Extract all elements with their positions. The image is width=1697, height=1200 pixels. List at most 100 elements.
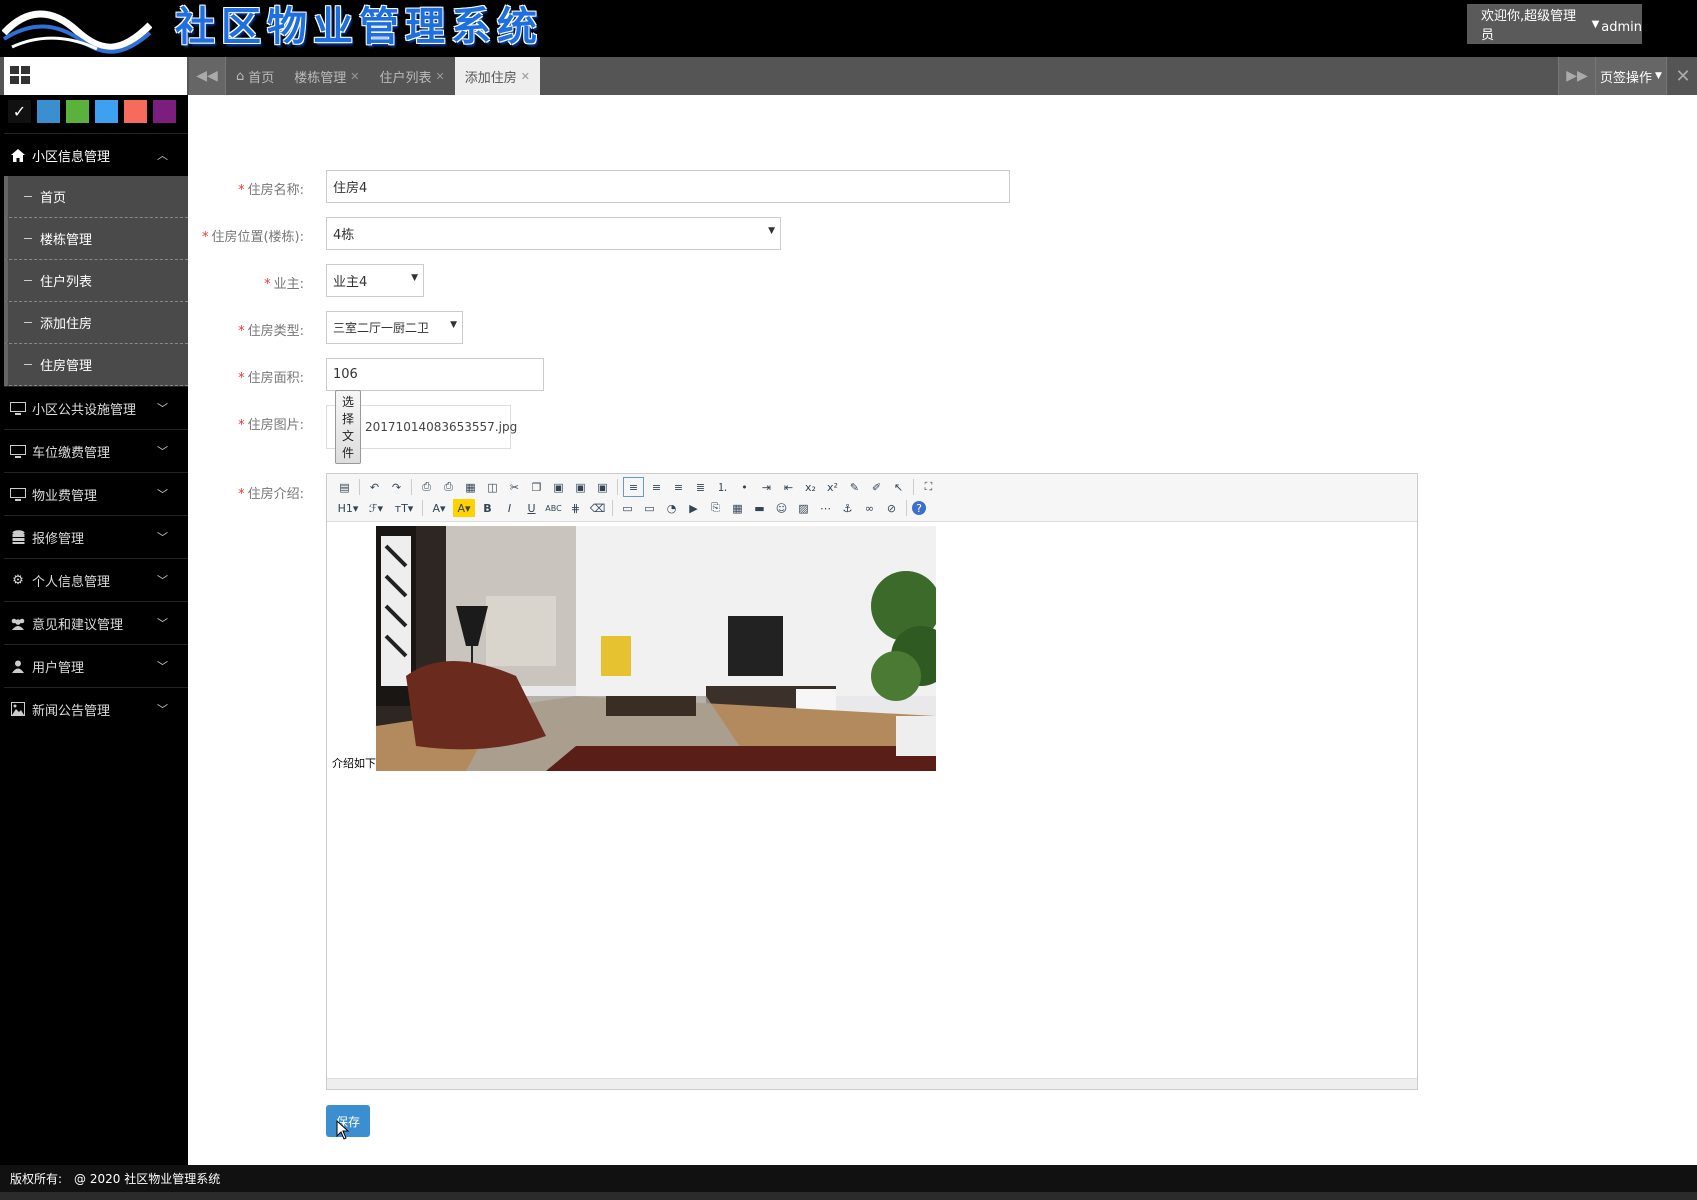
theme-swatch-green[interactable] xyxy=(66,100,89,123)
indent-icon[interactable]: ⇥ xyxy=(757,478,776,496)
bottom-strip xyxy=(0,1192,1697,1200)
fullscreen-icon[interactable]: ⛶ xyxy=(919,478,938,496)
paste-icon[interactable]: ▣ xyxy=(549,478,568,496)
font-size-icon[interactable]: тT▾ xyxy=(391,499,417,517)
subscript-icon[interactable]: x₂ xyxy=(801,478,820,496)
editor-toolbar: ▤ ↶ ↷ ⎙ ⎙ ▦ ◫ ✂ ❐ ▣ ▣ ▣ ≡ ≡ ≡ ≣ ⒈ • ⇥ ⇤ … xyxy=(327,474,1417,522)
tab-scroll-right-button[interactable]: ▶▶ xyxy=(1558,57,1595,95)
strikethrough-icon[interactable]: ABC xyxy=(544,499,563,517)
close-icon[interactable]: ✕ xyxy=(350,70,359,83)
sidebar-section-parking-fees[interactable]: 车位缴费管理 ﹀ xyxy=(4,429,188,472)
editor-content[interactable]: 介绍如下 xyxy=(327,521,1417,1079)
hr-icon[interactable]: ▬ xyxy=(750,499,769,517)
sidebar-item-add-house[interactable]: 添加住房 xyxy=(4,302,188,344)
theme-swatch-black[interactable]: ✓ xyxy=(8,100,31,123)
unlink-icon[interactable]: ⊘ xyxy=(882,499,901,517)
table-icon[interactable]: ▦ xyxy=(728,499,747,517)
theme-swatch-blue[interactable] xyxy=(37,100,60,123)
line-height-icon[interactable]: ⋕ xyxy=(566,499,585,517)
sidebar-section-news[interactable]: 新闻公告管理 ﹀ xyxy=(4,687,188,730)
sidebar-item-home[interactable]: 首页 xyxy=(4,176,188,218)
house-type-label: * 住房类型: xyxy=(238,324,304,339)
page-ops-label: 页签操作 xyxy=(1600,70,1653,86)
page-ops-dropdown[interactable]: 页签操作 ▼ xyxy=(1595,57,1667,95)
quick-format-icon[interactable]: ✐ xyxy=(867,478,886,496)
insert-image-icon[interactable]: ▨ xyxy=(794,499,813,517)
tab-building-management[interactable]: 楼栋管理 ✕ xyxy=(284,57,369,95)
tab-resident-list[interactable]: 住户列表 ✕ xyxy=(370,57,455,95)
theme-swatch-red[interactable] xyxy=(124,100,147,123)
preview-icon[interactable]: ⎙ xyxy=(417,478,436,496)
attachment-icon[interactable]: ⎘ xyxy=(706,499,725,517)
sidebar-section-feedback[interactable]: 意见和建议管理 ﹀ xyxy=(4,601,188,644)
tab-add-house[interactable]: 添加住房 ✕ xyxy=(454,57,540,95)
underline-icon[interactable]: U xyxy=(522,499,541,517)
sidebar-item-building-management[interactable]: 楼栋管理 xyxy=(4,218,188,260)
print-icon[interactable]: ⎙ xyxy=(439,478,458,496)
sidebar-section-personal-info[interactable]: ⚙ 个人信息管理 ﹀ xyxy=(4,558,188,601)
italic-icon[interactable]: I xyxy=(500,499,519,517)
cut-icon[interactable]: ✂ xyxy=(505,478,524,496)
help-icon[interactable]: ? xyxy=(912,501,926,515)
select-all-icon[interactable]: ↖ xyxy=(889,478,908,496)
sidebar-section-public-facilities[interactable]: 小区公共设施管理 ﹀ xyxy=(4,386,188,429)
close-icon[interactable]: ✕ xyxy=(436,70,445,83)
code-icon[interactable]: ◫ xyxy=(483,478,502,496)
multi-image-icon[interactable]: ▭ xyxy=(640,499,659,517)
paste-word-icon[interactable]: ▣ xyxy=(593,478,612,496)
bold-icon[interactable]: B xyxy=(478,499,497,517)
sidebar-section-user-management[interactable]: 用户管理 ﹀ xyxy=(4,644,188,687)
tab-scroll-left-button[interactable]: ◀◀ xyxy=(189,57,226,95)
align-center-icon[interactable]: ≡ xyxy=(647,478,666,496)
sidebar-item-resident-list[interactable]: 住户列表 xyxy=(4,260,188,302)
sidebar-section-property-fees[interactable]: 物业费管理 ﹀ xyxy=(4,472,188,515)
align-right-icon[interactable]: ≡ xyxy=(669,478,688,496)
font-color-icon[interactable]: A▾ xyxy=(428,499,450,517)
house-name-input[interactable]: 住房4 xyxy=(326,170,1010,203)
paste-text-icon[interactable]: ▣ xyxy=(571,478,590,496)
template-icon[interactable]: ▦ xyxy=(461,478,480,496)
ordered-list-icon[interactable]: ⒈ xyxy=(713,478,732,496)
redo-icon[interactable]: ↷ xyxy=(387,478,406,496)
clear-html-icon[interactable]: ✎ xyxy=(845,478,864,496)
highlight-color-icon[interactable]: A▾ xyxy=(453,499,475,517)
align-justify-icon[interactable]: ≣ xyxy=(691,478,710,496)
anchor-icon[interactable]: ⚓ xyxy=(838,499,857,517)
sidebar-section-repairs[interactable]: 报修管理 ﹀ xyxy=(4,515,188,558)
flash-icon[interactable]: ◔ xyxy=(662,499,681,517)
font-family-icon[interactable]: ℱ▾ xyxy=(364,499,388,517)
sidebar-item-house-management[interactable]: 住房管理 xyxy=(4,344,188,386)
choose-file-button[interactable]: 选择文件 xyxy=(335,390,362,464)
heading-icon[interactable]: H1▾ xyxy=(335,499,361,517)
unordered-list-icon[interactable]: • xyxy=(735,478,754,496)
align-left-icon[interactable]: ≡ xyxy=(623,477,644,497)
house-location-select[interactable]: 4栋 ▼ xyxy=(326,217,781,250)
superscript-icon[interactable]: x² xyxy=(823,478,842,496)
tab-home[interactable]: ⌂ 首页 xyxy=(226,57,284,95)
house-type-select[interactable]: 三室二厅一厨二卫 ▼ xyxy=(326,311,463,344)
media-icon[interactable]: ▶ xyxy=(684,499,703,517)
sidebar-section-community-info[interactable]: 小区信息管理 ︿ xyxy=(4,133,188,176)
link-icon[interactable]: ∞ xyxy=(860,499,879,517)
copy-icon[interactable]: ❐ xyxy=(527,478,546,496)
source-icon[interactable]: ▤ xyxy=(335,478,354,496)
remove-format-icon[interactable]: ⌫ xyxy=(588,499,607,517)
theme-swatch-lightblue[interactable] xyxy=(95,100,118,123)
menu-toggle-button[interactable] xyxy=(4,57,187,95)
house-image-file-input[interactable]: 选择文件 20171014083653557.jpg xyxy=(326,390,517,464)
theme-swatch-purple[interactable] xyxy=(153,100,176,123)
owner-select[interactable]: 业主4 ▼ xyxy=(326,264,424,297)
tab-label: 首页 xyxy=(248,70,275,86)
close-icon[interactable]: ✕ xyxy=(521,70,530,83)
outdent-icon[interactable]: ⇤ xyxy=(779,478,798,496)
editor-resize-bar[interactable] xyxy=(327,1078,1417,1089)
copyright-text: @ 2020 社区物业管理系统 xyxy=(74,1172,221,1186)
pagebreak-icon[interactable]: ⋯ xyxy=(816,499,835,517)
user-menu[interactable]: 欢迎你,超级管理员 ▼ admin xyxy=(1467,4,1642,44)
check-icon: ✓ xyxy=(12,102,27,121)
undo-icon[interactable]: ↶ xyxy=(365,478,384,496)
house-area-input[interactable]: 106 xyxy=(326,358,544,391)
emoticon-icon[interactable]: ☺ xyxy=(772,499,791,517)
image-upload-icon[interactable]: ▭ xyxy=(618,499,637,517)
close-all-tabs-button[interactable]: ✕ xyxy=(1669,57,1697,95)
